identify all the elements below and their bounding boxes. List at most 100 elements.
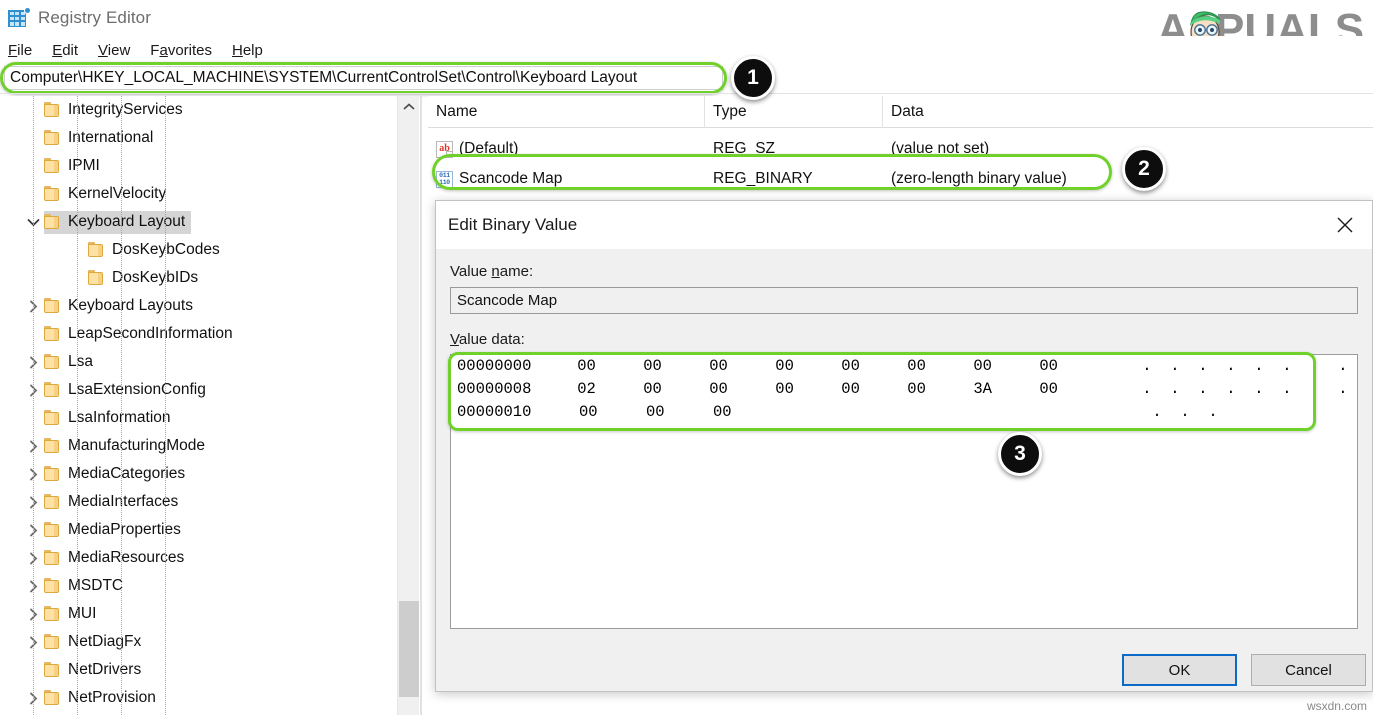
chevron-right-icon[interactable] (22, 488, 44, 516)
tree-item-label: NetDiagFx (68, 633, 141, 651)
tree-item-lsainformation[interactable]: LsaInformation (0, 404, 396, 432)
tree-item-doskeybcodes[interactable]: DosKeybCodes (0, 236, 396, 264)
tree-scrollbar[interactable] (397, 96, 419, 715)
panel-splitter[interactable] (420, 96, 422, 715)
hex-byte[interactable]: 00 (775, 378, 841, 401)
hex-byte[interactable]: 00 (713, 401, 780, 424)
tree-item-label: DosKeybCodes (112, 241, 220, 259)
menu-file[interactable]: File (8, 42, 32, 59)
address-input[interactable]: Computer\HKEY_LOCAL_MACHINE\SYSTEM\Curre… (4, 66, 723, 90)
column-header-data[interactable]: Data (883, 96, 1373, 128)
folder-icon (44, 662, 61, 677)
chevron-right-icon[interactable] (22, 432, 44, 460)
menu-edit[interactable]: Edit (52, 42, 78, 59)
tree-item-label: KernelVelocity (68, 185, 166, 203)
tree-item-label: MediaCategories (68, 465, 185, 483)
hex-gap (1105, 355, 1133, 378)
hex-byte[interactable]: 00 (579, 401, 646, 424)
tree-item-lsa[interactable]: Lsa (0, 348, 396, 376)
tree-item-content: DosKeybCodes (88, 239, 226, 262)
folder-icon (44, 382, 61, 397)
hex-byte[interactable]: 00 (1039, 355, 1105, 378)
tree-item-lsaextensionconfig[interactable]: LsaExtensionConfig (0, 376, 396, 404)
value-data-label: Value data: (450, 331, 525, 348)
hex-ascii-char: . (1161, 378, 1189, 401)
value-data-hex-editor[interactable]: 000000000000000000000000........00000008… (450, 354, 1358, 629)
binary-value-icon: 011110 (436, 171, 453, 188)
ok-button[interactable]: OK (1122, 654, 1237, 686)
tree-item-integrityservices[interactable]: IntegrityServices (0, 96, 396, 124)
tree-item-mediaproperties[interactable]: MediaProperties (0, 516, 396, 544)
table-row[interactable]: 011110Scancode MapREG_BINARY(zero-length… (428, 164, 1373, 194)
menu-help[interactable]: Help (232, 42, 263, 59)
chevron-down-icon[interactable] (22, 208, 44, 236)
tree-item-keyboard-layouts[interactable]: Keyboard Layouts (0, 292, 396, 320)
hex-byte[interactable] (914, 401, 981, 424)
hex-byte[interactable]: 00 (709, 355, 775, 378)
tree-item-international[interactable]: International (0, 124, 396, 152)
value-name-input[interactable]: Scancode Map (450, 287, 1358, 314)
tree-item-leapsecondinformation[interactable]: LeapSecondInformation (0, 320, 396, 348)
registry-tree[interactable]: IntegrityServicesInternationalIPMI Kernel… (0, 96, 396, 715)
close-icon[interactable] (1318, 201, 1372, 249)
hex-ascii-char: . (1301, 355, 1329, 378)
hex-byte[interactable]: 00 (907, 378, 973, 401)
hex-byte[interactable]: 00 (775, 355, 841, 378)
chevron-right-icon[interactable] (22, 544, 44, 572)
tree-item-content: LeapSecondInformation (44, 323, 239, 346)
hex-byte[interactable]: 00 (973, 355, 1039, 378)
tree-item-mediainterfaces[interactable]: MediaInterfaces (0, 488, 396, 516)
tree-item-label: Keyboard Layout (68, 213, 185, 231)
chevron-right-icon[interactable] (22, 628, 44, 656)
chevron-right-icon[interactable] (22, 460, 44, 488)
hex-byte[interactable]: 00 (841, 355, 907, 378)
folder-icon (44, 298, 61, 313)
hex-byte[interactable]: 02 (577, 378, 643, 401)
hex-byte[interactable]: 3A (973, 378, 1039, 401)
chevron-right-icon[interactable] (22, 376, 44, 404)
tree-item-kernelvelocity[interactable]: KernelVelocity (0, 180, 396, 208)
tree-item-keyboard-layout[interactable]: Keyboard Layout (0, 208, 396, 236)
hex-byte[interactable]: 00 (643, 378, 709, 401)
chevron-right-icon[interactable] (22, 516, 44, 544)
hex-byte[interactable]: 00 (643, 355, 709, 378)
hex-byte[interactable] (1048, 401, 1115, 424)
scrollbar-thumb[interactable] (399, 601, 419, 697)
column-header-type[interactable]: Type (705, 96, 883, 128)
tree-item-netprovision[interactable]: NetProvision (0, 684, 396, 712)
chevron-right-icon[interactable] (22, 684, 44, 712)
chevron-right-icon[interactable] (22, 348, 44, 376)
tree-item-doskeybids[interactable]: DosKeybIDs (0, 264, 396, 292)
tree-item-ipmi[interactable]: IPMI (0, 152, 396, 180)
folder-icon (44, 410, 61, 425)
cancel-button[interactable]: Cancel (1251, 654, 1366, 686)
chevron-right-icon[interactable] (22, 292, 44, 320)
hex-byte[interactable] (981, 401, 1048, 424)
tree-item-netdrivers[interactable]: NetDrivers (0, 656, 396, 684)
hex-byte[interactable] (847, 401, 914, 424)
column-header-name[interactable]: Name (428, 96, 705, 128)
hex-byte[interactable]: 00 (577, 355, 643, 378)
menu-favorites[interactable]: Favorites (150, 42, 212, 59)
scroll-up-icon[interactable] (398, 96, 420, 118)
edit-binary-value-dialog: Edit Binary Value Value name: Scancode M… (435, 200, 1373, 692)
tree-item-manufacturingmode[interactable]: ManufacturingMode (0, 432, 396, 460)
tree-item-mediaresources[interactable]: MediaResources (0, 544, 396, 572)
hex-byte[interactable] (780, 401, 847, 424)
tree-item-netdiagfx[interactable]: NetDiagFx (0, 628, 396, 656)
hex-byte[interactable]: 00 (841, 378, 907, 401)
tree-item-msdtc[interactable]: MSDTC (0, 572, 396, 600)
tree-item-mediacategories[interactable]: MediaCategories (0, 460, 396, 488)
hex-byte[interactable]: 00 (1039, 378, 1105, 401)
chevron-right-icon[interactable] (22, 600, 44, 628)
table-row[interactable]: ab(Default)REG_SZ(value not set) (428, 134, 1373, 164)
hex-byte[interactable]: 00 (709, 378, 775, 401)
tree-item-label: MediaProperties (68, 521, 181, 539)
chevron-right-icon[interactable] (22, 572, 44, 600)
tree-leaf-spacer (22, 404, 44, 432)
hex-byte[interactable]: 00 (907, 355, 973, 378)
hex-ascii-char: . (1189, 355, 1217, 378)
hex-byte[interactable]: 00 (646, 401, 713, 424)
tree-item-mui[interactable]: MUI (0, 600, 396, 628)
menu-view[interactable]: View (98, 42, 130, 59)
